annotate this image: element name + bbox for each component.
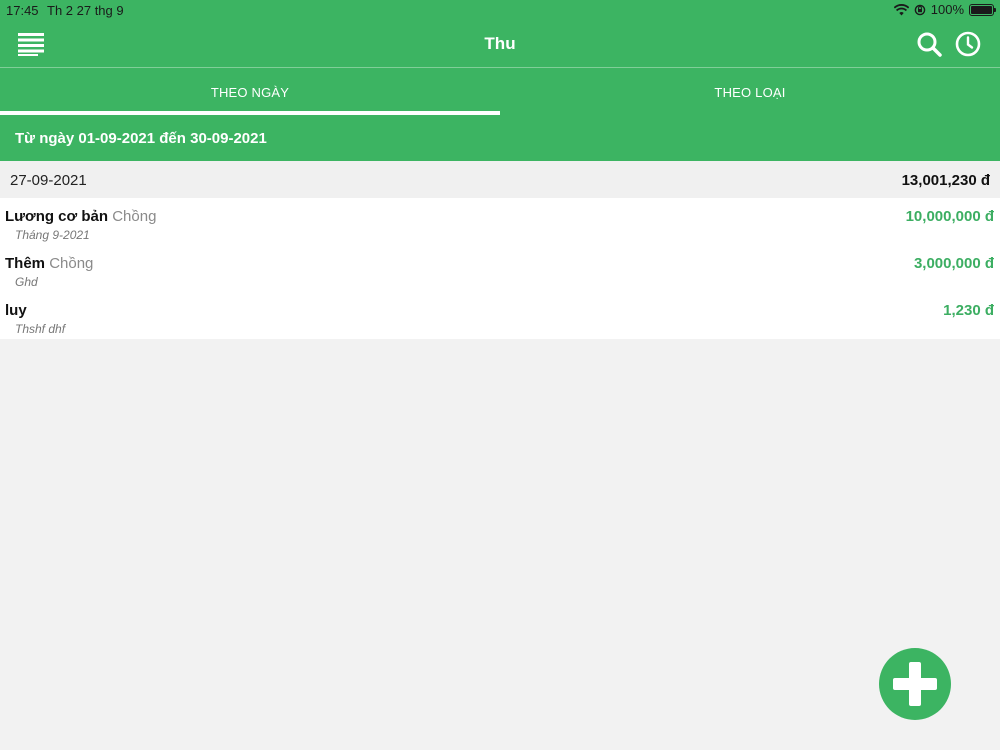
page-title: Thu xyxy=(484,34,516,53)
clock-icon[interactable] xyxy=(955,31,981,57)
item-amount: 3,000,000 đ xyxy=(913,255,994,272)
item-name: luy xyxy=(5,302,27,319)
date-group-header: 27-09-2021 13,001,230 đ xyxy=(0,161,1000,198)
item-amount: 1,230 đ xyxy=(943,302,994,319)
status-bar: 17:45 Th 2 27 thg 9 100% xyxy=(0,0,1000,20)
date-range-label[interactable]: Từ ngày 01-09-2021 đến 30-09-2021 xyxy=(0,115,1000,161)
item-title: Lương cơ bản xyxy=(5,208,109,225)
income-screen: 17:45 Th 2 27 thg 9 100% Thu THEO NGÀY T… xyxy=(0,0,1000,750)
rotation-lock-icon xyxy=(914,4,926,15)
tab-bar: THEO NGÀY THEO LOẠI xyxy=(0,69,1000,115)
item-note: Thshf dhf xyxy=(15,322,66,336)
item-owner: Chồng xyxy=(112,208,157,225)
item-title: luy xyxy=(5,302,27,319)
item-name: Thêm Chồng xyxy=(5,255,93,272)
status-right: 100% xyxy=(893,2,996,17)
battery-percent: 100% xyxy=(930,2,964,17)
group-total: 13,001,230 đ xyxy=(901,172,990,189)
tab-by-day[interactable]: THEO NGÀY xyxy=(0,69,500,115)
list-item[interactable]: Thêm Chồng Ghd 3,000,000 đ xyxy=(0,245,1000,292)
status-time: 17:45 xyxy=(6,3,39,18)
search-icon[interactable] xyxy=(916,31,942,57)
income-list: Lương cơ bản Chồng Tháng 9-2021 10,000,0… xyxy=(0,198,1000,339)
item-owner: Chồng xyxy=(49,255,94,272)
item-note: Tháng 9-2021 xyxy=(15,228,90,242)
group-date: 27-09-2021 xyxy=(10,172,87,189)
item-title: Thêm xyxy=(5,255,46,272)
tab-by-category[interactable]: THEO LOẠI xyxy=(500,69,1000,115)
navbar: Thu xyxy=(0,20,1000,68)
item-note: Ghd xyxy=(15,275,38,289)
list-item[interactable]: Lương cơ bản Chồng Tháng 9-2021 10,000,0… xyxy=(0,198,1000,245)
list-item[interactable]: luy Thshf dhf 1,230 đ xyxy=(0,292,1000,339)
battery-icon xyxy=(969,3,996,16)
status-date: Th 2 27 thg 9 xyxy=(47,3,124,18)
item-amount: 10,000,000 đ xyxy=(905,208,994,225)
item-name: Lương cơ bản Chồng xyxy=(5,208,156,225)
wifi-icon xyxy=(893,3,909,15)
add-income-button[interactable] xyxy=(879,648,951,720)
header-area: 17:45 Th 2 27 thg 9 100% Thu THEO NGÀY T… xyxy=(0,0,1000,161)
